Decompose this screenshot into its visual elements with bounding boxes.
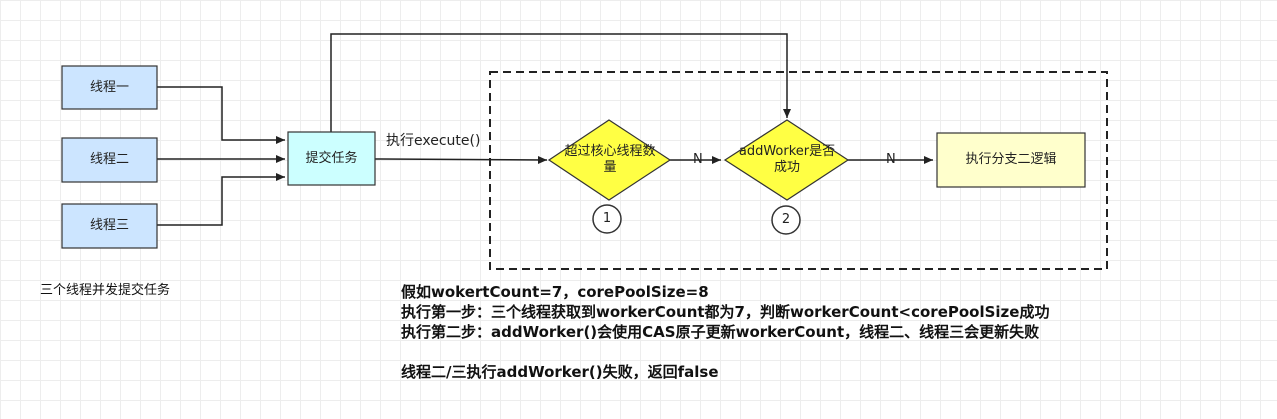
step1-marker-label: 1 [602,211,612,226]
submit-task-label: 提交任务 [305,150,358,166]
edge-submit-decision1 [374,155,548,164]
step2-marker-label: 2 [781,212,791,227]
note-line [401,342,1261,362]
note-line: 执行第一步：三个线程获取到workerCount都为7，判断workerCoun… [401,303,1050,321]
decision2-label: addWorker是否成功 [738,144,836,175]
threads-caption: 三个线程并发提交任务 [40,283,171,298]
thread2-label: 线程二 [89,152,129,167]
thread3-label: 线程三 [89,218,129,233]
branch2-label: 执行分支二逻辑 [965,152,1057,167]
execute-edge-label: 执行execute() [386,133,481,149]
decision1-label: 超过核心线程数量 [564,144,656,175]
no-edge-label-1: N [693,152,703,167]
note-line: 线程二/三执行addWorker()失败，返回false [401,363,719,381]
edge-submit-decision2-loop [330,33,791,132]
no-edge-label-2: N [886,152,896,167]
edge-thread3-submit [157,173,285,226]
explanation-notes: 假如wokertCount=7，corePoolSize=8 执行第一步：三个线… [401,282,1261,382]
edge-thread1-submit [157,86,285,144]
thread1-label: 线程一 [89,79,129,95]
note-line: 执行第二步：addWorker()会使用CAS原子更新workerCount，线… [401,323,1040,341]
note-line: 假如wokertCount=7，corePoolSize=8 [401,283,709,301]
